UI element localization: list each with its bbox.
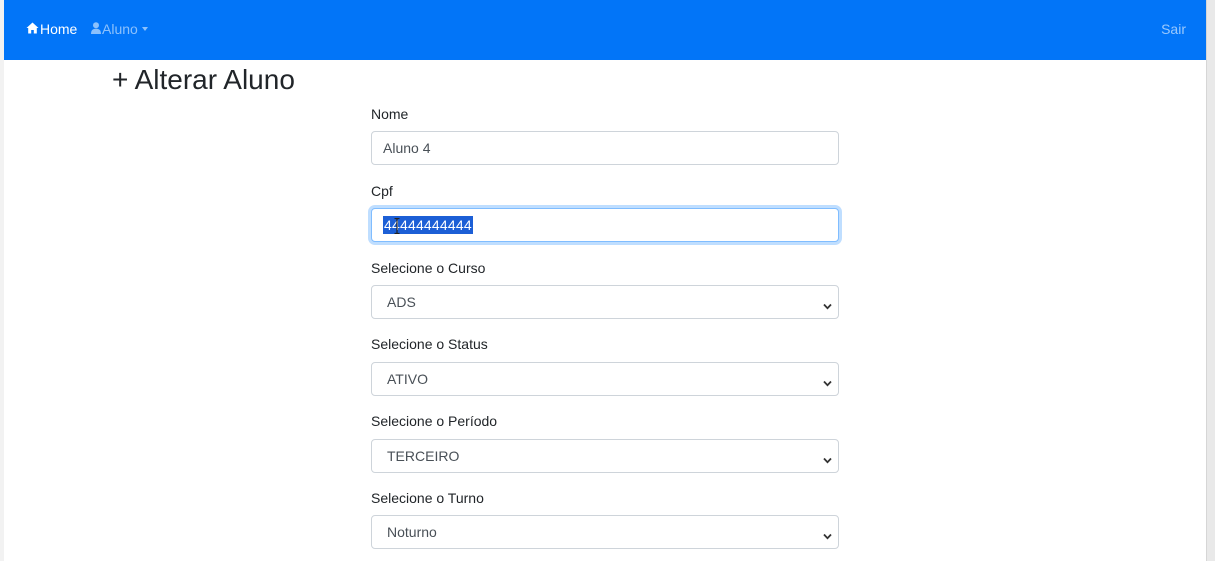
status-label: Selecione o Status xyxy=(371,336,488,352)
chevron-down-icon xyxy=(823,298,832,314)
chevron-down-icon xyxy=(823,528,832,544)
vertical-scrollbar[interactable] xyxy=(1206,0,1215,561)
user-icon xyxy=(91,20,102,38)
curso-select[interactable]: ADS xyxy=(371,285,839,319)
home-icon xyxy=(26,20,40,38)
periodo-value: TERCEIRO xyxy=(387,448,460,464)
status-select[interactable]: ATIVO xyxy=(371,362,839,396)
window-left-edge xyxy=(0,0,4,561)
chevron-down-icon xyxy=(823,452,832,468)
nav-home-link[interactable]: Home xyxy=(26,20,77,38)
nav-aluno-label: Aluno xyxy=(102,21,138,37)
status-value: ATIVO xyxy=(387,371,428,387)
page-title: + Alterar Aluno xyxy=(112,64,295,95)
turno-select[interactable]: Noturno xyxy=(371,515,839,549)
turno-value: Noturno xyxy=(387,524,437,540)
curso-value: ADS xyxy=(387,294,416,310)
turno-label: Selecione o Turno xyxy=(371,490,484,506)
nome-label: Nome xyxy=(371,106,409,122)
periodo-select[interactable]: TERCEIRO xyxy=(371,439,839,473)
top-navbar: Home Aluno Sair xyxy=(4,0,1206,60)
caret-down-icon xyxy=(141,27,148,31)
cpf-label: Cpf xyxy=(371,183,393,199)
nav-aluno-dropdown[interactable]: Aluno xyxy=(91,20,148,38)
curso-label: Selecione o Curso xyxy=(371,260,486,276)
nav-sair-link[interactable]: Sair xyxy=(1161,20,1186,38)
periodo-label: Selecione o Período xyxy=(371,413,498,429)
nav-home-label: Home xyxy=(40,21,78,37)
chevron-down-icon xyxy=(823,375,832,391)
cpf-input[interactable]: 44444444444 xyxy=(371,208,839,242)
text-cursor-icon xyxy=(394,217,400,235)
nome-input[interactable]: Aluno 4 xyxy=(371,131,839,165)
nome-value: Aluno 4 xyxy=(383,140,431,156)
